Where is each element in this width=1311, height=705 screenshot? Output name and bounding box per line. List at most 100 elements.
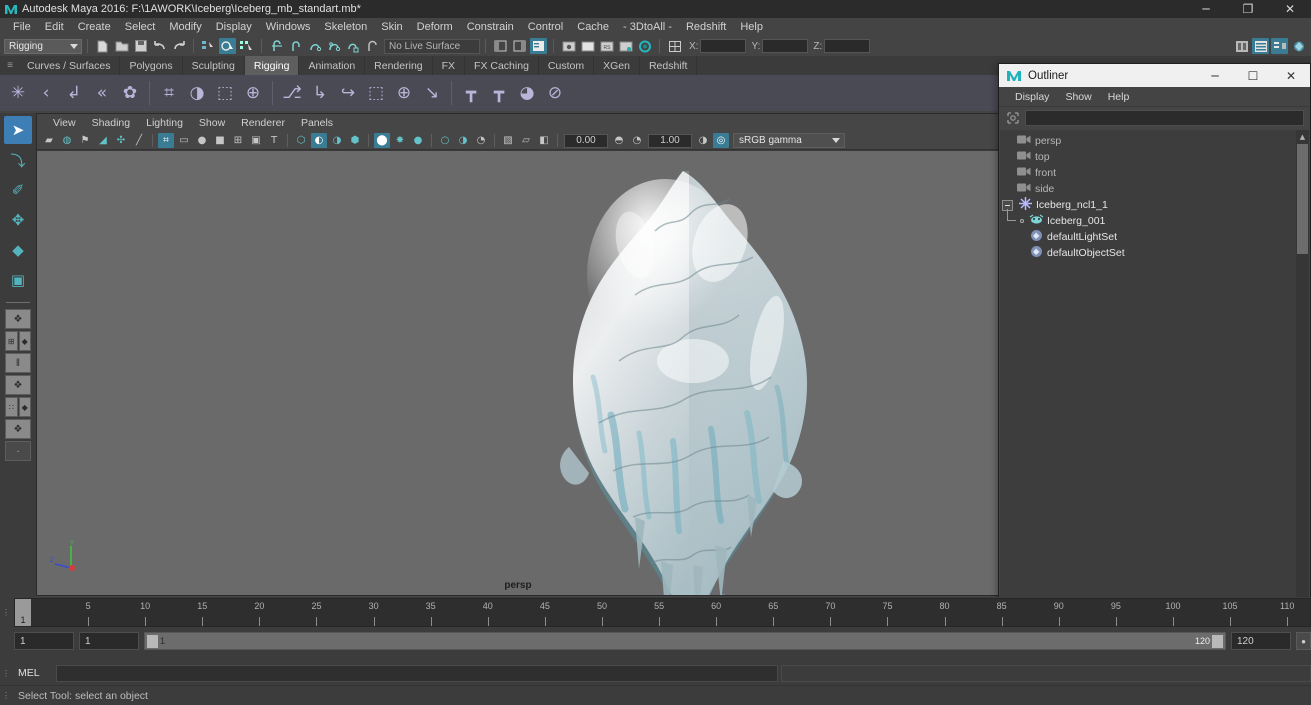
orient-constraint-icon[interactable]: ↪ bbox=[336, 78, 360, 108]
select-camera-icon[interactable]: ▰ bbox=[41, 133, 57, 148]
quick-layout-empty[interactable]: · bbox=[5, 441, 31, 461]
range-end-field[interactable]: 120 bbox=[1231, 632, 1291, 650]
parent-constraint-icon[interactable]: ⎇ bbox=[280, 78, 304, 108]
sidebar-channel-box-icon[interactable] bbox=[1271, 38, 1288, 54]
save-scene-icon[interactable] bbox=[132, 38, 149, 54]
wireframe-on-shaded-icon[interactable]: ⬢ bbox=[347, 133, 363, 148]
menu-redshift[interactable]: Redshift bbox=[679, 20, 733, 34]
iceberg-model[interactable] bbox=[515, 165, 845, 595]
select-by-component-icon[interactable] bbox=[238, 38, 255, 54]
gamma-icon[interactable]: ◑ bbox=[695, 133, 711, 148]
outliner-item[interactable]: top bbox=[1000, 149, 1296, 165]
outliner-item[interactable]: Iceberg_001 bbox=[1000, 209, 1296, 229]
shelf-tab-fx[interactable]: FX bbox=[432, 56, 466, 75]
menu-display[interactable]: Display bbox=[209, 20, 259, 34]
viewport-menu-show[interactable]: Show bbox=[191, 116, 233, 130]
lattice-deformer-icon[interactable]: ⌗ bbox=[157, 78, 181, 108]
menu-skeleton[interactable]: Skeleton bbox=[317, 20, 374, 34]
search-filter-icon[interactable] bbox=[1005, 110, 1021, 126]
new-scene-icon[interactable] bbox=[94, 38, 111, 54]
menu-file[interactable]: File bbox=[6, 20, 38, 34]
gamma-value[interactable]: 1.00 bbox=[648, 133, 692, 148]
shadows-icon[interactable]: ◔ bbox=[473, 133, 489, 148]
command-language-label[interactable]: MEL bbox=[12, 667, 56, 679]
outliner-item[interactable]: defaultLightSet bbox=[1000, 229, 1296, 245]
exposure-value[interactable]: 0.00 bbox=[564, 133, 608, 148]
outliner-close-button[interactable]: ✕ bbox=[1272, 64, 1310, 87]
delete-history-icon[interactable]: ⊘ bbox=[543, 78, 567, 108]
xray-joints-icon[interactable]: ✸ bbox=[392, 133, 408, 148]
lock-camera-icon[interactable]: ◍ bbox=[59, 133, 75, 148]
open-tool-settings-icon[interactable] bbox=[530, 38, 547, 54]
outliner-minimize-button[interactable]: ─ bbox=[1196, 64, 1234, 87]
outliner-search-input[interactable] bbox=[1025, 110, 1304, 126]
menu-select[interactable]: Select bbox=[118, 20, 163, 34]
safe-title-icon[interactable]: T bbox=[266, 133, 282, 148]
grid-toggle-icon[interactable]: ⌗ bbox=[158, 133, 174, 148]
quick-layout-persp-graph[interactable]: ❖ bbox=[5, 375, 31, 395]
image-plane-icon[interactable]: ◢ bbox=[95, 133, 111, 148]
shelf-tab-polygons[interactable]: Polygons bbox=[120, 56, 183, 75]
render-settings-icon[interactable]: RS bbox=[598, 38, 615, 54]
shelf-tab-rendering[interactable]: Rendering bbox=[365, 56, 433, 75]
select-by-object-icon[interactable] bbox=[219, 38, 236, 54]
range-start-field[interactable]: 1 bbox=[14, 632, 74, 650]
outliner-item[interactable]: defaultObjectSet bbox=[1000, 245, 1296, 261]
outliner-item[interactable]: side bbox=[1000, 181, 1296, 197]
color-space-dropdown[interactable]: sRGB gamma bbox=[733, 133, 845, 148]
bookmark-icon[interactable]: ⚑ bbox=[77, 133, 93, 148]
shelf-tab-xgen[interactable]: XGen bbox=[594, 56, 640, 75]
snap-to-grid-icon[interactable] bbox=[268, 38, 285, 54]
sidebar-tool-settings-icon[interactable] bbox=[1252, 38, 1269, 54]
undo-icon[interactable] bbox=[151, 38, 168, 54]
wireframe-shading-icon[interactable]: ⬡ bbox=[293, 133, 309, 148]
range-right-handle[interactable] bbox=[1212, 634, 1223, 648]
depth-of-field-icon[interactable]: ◓ bbox=[611, 133, 627, 148]
shelf-tab-fx-caching[interactable]: FX Caching bbox=[465, 56, 539, 75]
all-lights-icon[interactable]: ◑ bbox=[455, 133, 471, 148]
select-by-hierarchy-icon[interactable] bbox=[200, 38, 217, 54]
menu-windows[interactable]: Windows bbox=[259, 20, 318, 34]
shelf-tab-animation[interactable]: Animation bbox=[299, 56, 366, 75]
menu-deform[interactable]: Deform bbox=[410, 20, 460, 34]
menu-modify[interactable]: Modify bbox=[162, 20, 208, 34]
maximize-button[interactable]: ❐ bbox=[1227, 0, 1269, 18]
range-slider[interactable]: 1 120 bbox=[144, 632, 1226, 650]
menu-cache[interactable]: Cache bbox=[570, 20, 616, 34]
quick-layout-hypershade[interactable]: ∷ ◆ bbox=[5, 397, 31, 417]
texture-toggle-icon[interactable]: ● bbox=[410, 133, 426, 148]
paint-select-tool[interactable]: ✐ bbox=[4, 176, 32, 204]
wrap-deformer-icon[interactable]: ◑ bbox=[185, 78, 209, 108]
menu-constrain[interactable]: Constrain bbox=[460, 20, 521, 34]
menu-set-dropdown[interactable]: Rigging bbox=[4, 38, 82, 54]
quick-rig-icon[interactable]: ✿ bbox=[118, 78, 142, 108]
quick-layout-four-view[interactable]: ⊞ ◆ bbox=[5, 331, 31, 351]
quick-layout-persp-outliner[interactable]: ❖ bbox=[5, 419, 31, 439]
viewport-menu-renderer[interactable]: Renderer bbox=[233, 116, 293, 130]
point-constraint-icon[interactable]: ↳ bbox=[308, 78, 332, 108]
exposure-icon[interactable]: ◔ bbox=[629, 133, 645, 148]
snap-to-projected-center-icon[interactable] bbox=[325, 38, 342, 54]
render-sequence-icon[interactable] bbox=[617, 38, 634, 54]
create-joint-icon[interactable]: ✳ bbox=[6, 78, 30, 108]
time-slider[interactable]: 1 5 10 15 20 25 30 35 40 45 50 55 60 65 70 75 80 85 90 95 1… bbox=[14, 598, 1311, 627]
safe-action-icon[interactable]: ▣ bbox=[248, 133, 264, 148]
sidebar-attribute-editor-icon[interactable] bbox=[1233, 38, 1250, 54]
insert-joint-tool-icon[interactable]: « bbox=[90, 78, 114, 108]
viewport-menu-shading[interactable]: Shading bbox=[84, 116, 139, 130]
menu-skin[interactable]: Skin bbox=[374, 20, 409, 34]
minimize-button[interactable]: ─ bbox=[1185, 0, 1227, 18]
edit-deformer-handle-icon[interactable]: ┳ bbox=[487, 78, 511, 108]
scale-tool[interactable]: ▣ bbox=[4, 266, 32, 294]
shelf-tab-curves-surfaces[interactable]: Curves / Surfaces bbox=[18, 56, 121, 75]
quick-layout-single-perspective[interactable]: ❖ bbox=[5, 309, 31, 329]
sculpt-deformer-icon[interactable]: ⬚ bbox=[213, 78, 237, 108]
resolution-gate-icon[interactable]: ● bbox=[194, 133, 210, 148]
shelf-tab-sculpting[interactable]: Sculpting bbox=[182, 56, 245, 75]
shade-selected-items-icon[interactable]: ◑ bbox=[329, 133, 345, 148]
xray-toggle-icon[interactable]: ⬤ bbox=[374, 133, 390, 148]
sidebar-layer-editor-icon[interactable] bbox=[1290, 38, 1307, 54]
snap-to-curve-icon[interactable] bbox=[287, 38, 304, 54]
outliner-item[interactable]: front bbox=[1000, 165, 1296, 181]
pole-vector-constraint-icon[interactable]: ↘ bbox=[420, 78, 444, 108]
